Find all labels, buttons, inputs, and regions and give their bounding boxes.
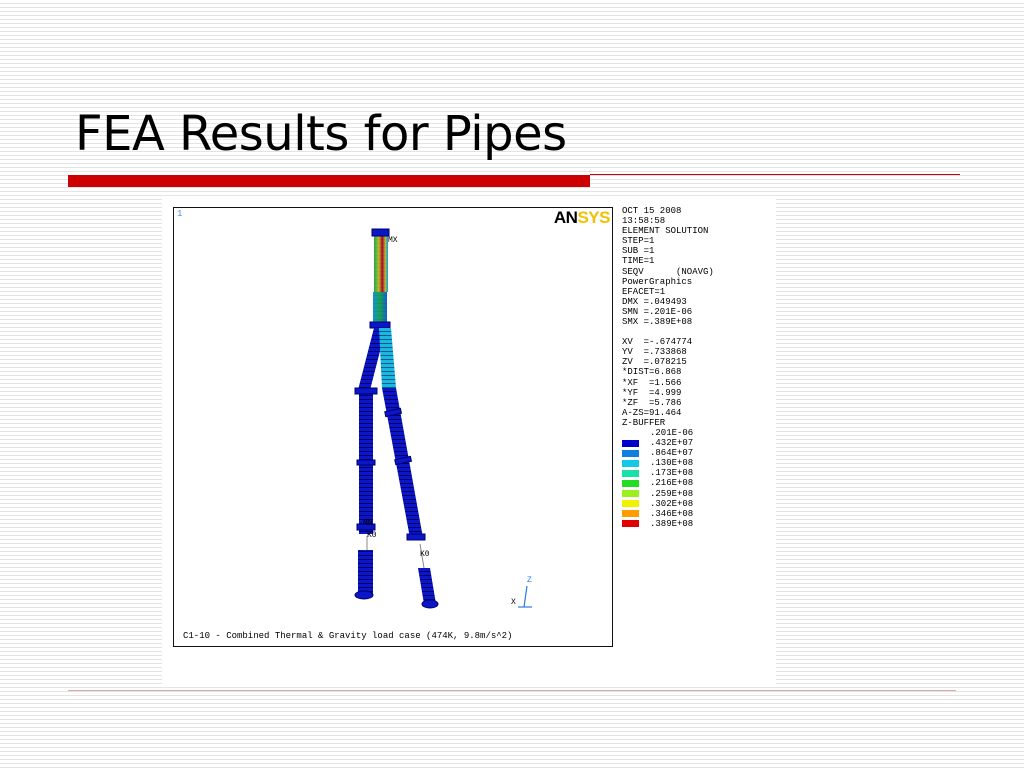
figure-panel: 1 ANSYS MX MN K0 K0 Z X C1-10 - Combined… bbox=[162, 196, 776, 684]
pipe-trunk-upper-ribs bbox=[374, 232, 388, 292]
pipe-right-branch-upper bbox=[379, 328, 396, 388]
info-line: SMN =.201E-06 bbox=[622, 306, 693, 317]
info-line: EFACET=1 bbox=[622, 286, 666, 297]
view-line: Z-BUFFER bbox=[622, 417, 666, 428]
min-node-label: MN bbox=[363, 519, 373, 528]
legend: .201E-06 .432E+07.864E+07.130E+08.173E+0… bbox=[622, 428, 714, 529]
legend-swatch bbox=[622, 510, 639, 518]
graphics-viewport: 1 ANSYS MX MN K0 K0 Z X C1-10 - Combined… bbox=[173, 207, 613, 647]
view-line: YV =.733868 bbox=[622, 347, 687, 358]
triad-z-label: Z bbox=[527, 576, 532, 585]
pipe-right-foot-flange bbox=[421, 599, 439, 609]
info-block: OCT 15 2008 13:58:58 ELEMENT SOLUTION STEP=… bbox=[622, 206, 714, 327]
pipe-right-foot bbox=[418, 568, 436, 604]
legend-swatch bbox=[622, 490, 639, 498]
view-line: XV =-.674774 bbox=[622, 337, 693, 348]
legend-value: .389E+08 bbox=[650, 518, 694, 529]
legend-value: .346E+08 bbox=[650, 508, 694, 519]
ansys-logo: ANSYS bbox=[553, 208, 611, 228]
legend-entry: .259E+08 bbox=[622, 489, 714, 499]
legend-entry: .432E+07 bbox=[622, 438, 714, 448]
info-gap bbox=[622, 327, 714, 337]
title-rule-thick bbox=[68, 175, 590, 187]
info-line: STEP=1 bbox=[622, 236, 655, 247]
legend-value: .432E+07 bbox=[650, 438, 694, 449]
info-line: DMX =.049493 bbox=[622, 296, 687, 307]
legend-value: .302E+08 bbox=[650, 498, 694, 509]
info-line: SMX =.389E+08 bbox=[622, 317, 693, 328]
legend-first-value: .201E-06 bbox=[650, 427, 694, 438]
window-number: 1 bbox=[177, 209, 183, 219]
info-line: ELEMENT SOLUTION bbox=[622, 226, 709, 237]
legend-entry: .302E+08 bbox=[622, 499, 714, 509]
pipe-trunk-flange bbox=[369, 321, 391, 329]
legend-entry: .864E+07 bbox=[622, 448, 714, 458]
triad-z-axis bbox=[523, 585, 528, 608]
legend-entry: .346E+08 bbox=[622, 509, 714, 519]
pipe-top-flange bbox=[371, 228, 390, 237]
info-line: SUB =1 bbox=[622, 246, 655, 257]
pipe-left-foot-flange bbox=[354, 590, 374, 600]
legend-entry: .130E+08 bbox=[622, 458, 714, 468]
info-panel: OCT 15 2008 13:58:58 ELEMENT SOLUTION STEP=… bbox=[622, 206, 714, 529]
pipe-left-foot bbox=[358, 550, 373, 594]
info-line: TIME=1 bbox=[622, 256, 655, 267]
info-line: OCT 15 2008 bbox=[622, 206, 682, 216]
right-k0-label: K0 bbox=[420, 550, 430, 559]
slide-title: FEA Results for Pipes bbox=[75, 106, 567, 162]
info-line: 13:58:58 bbox=[622, 216, 666, 227]
pipe-right-flange-3 bbox=[406, 533, 426, 541]
legend-swatch bbox=[622, 520, 639, 528]
max-node-label: MX bbox=[388, 236, 398, 245]
plot-caption: C1-10 - Combined Thermal & Gravity load … bbox=[183, 631, 513, 641]
view-line: *ZF =5.786 bbox=[622, 397, 682, 408]
view-line: *DIST=6.868 bbox=[622, 367, 682, 378]
legend-value: .216E+08 bbox=[650, 478, 694, 489]
info-line: SEQV (NOAVG) bbox=[622, 266, 714, 277]
legend-swatch bbox=[622, 479, 639, 487]
view-line: *YF =4.999 bbox=[622, 387, 682, 398]
legend-value: .259E+08 bbox=[650, 488, 694, 499]
pipe-left-flange-2 bbox=[356, 459, 376, 466]
ansys-logo-sys: SYS bbox=[577, 208, 610, 227]
legend-swatch bbox=[622, 439, 639, 447]
pipe-left-flange-1 bbox=[354, 387, 378, 395]
info-line: PowerGraphics bbox=[622, 276, 693, 287]
view-line: A-ZS=91.464 bbox=[622, 407, 682, 418]
legend-swatch bbox=[622, 469, 639, 477]
legend-value: .173E+08 bbox=[650, 468, 694, 479]
view-line: ZV =.078215 bbox=[622, 357, 687, 368]
legend-swatch bbox=[622, 459, 639, 467]
ansys-logo-an: AN bbox=[553, 208, 578, 227]
view-line: *XF =1.566 bbox=[622, 377, 682, 388]
legend-entry: .216E+08 bbox=[622, 478, 714, 488]
legend-entry: .173E+08 bbox=[622, 468, 714, 478]
legend-entry: .389E+08 bbox=[622, 519, 714, 529]
title-rule-thin bbox=[590, 174, 960, 175]
legend-value: .864E+07 bbox=[650, 448, 694, 459]
pipe-model bbox=[354, 228, 532, 609]
view-block: XV =-.674774 YV =.733868 ZV =.078215 *DIST=… bbox=[622, 337, 714, 428]
triad-x-label: X bbox=[511, 598, 516, 607]
legend-entries: .432E+07.864E+07.130E+08.173E+08.216E+08… bbox=[622, 438, 714, 529]
legend-swatch bbox=[622, 500, 639, 508]
left-k0-label: K0 bbox=[367, 531, 377, 540]
legend-value: .130E+08 bbox=[650, 458, 694, 469]
bottom-rule bbox=[68, 690, 956, 691]
legend-swatch bbox=[622, 449, 639, 457]
